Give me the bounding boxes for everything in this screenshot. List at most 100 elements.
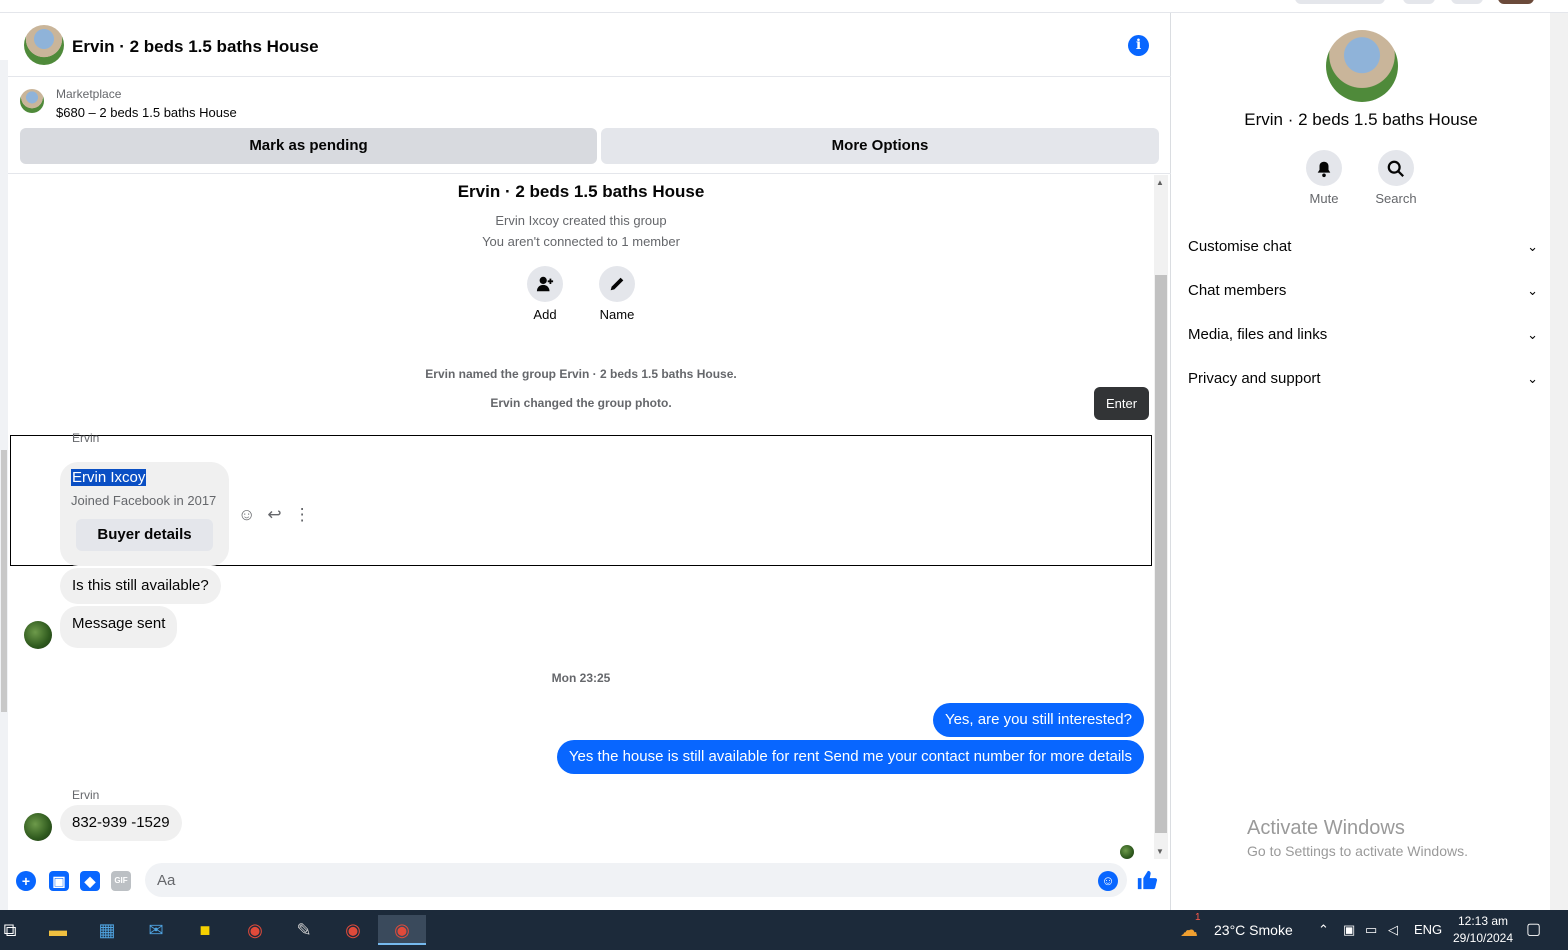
chevron-down-icon: ⌄ bbox=[1527, 327, 1538, 342]
listing-thumbnail[interactable] bbox=[20, 89, 44, 113]
gif-icon[interactable]: GIF bbox=[111, 871, 131, 891]
chevron-down-icon: ⌄ bbox=[1527, 371, 1538, 386]
mute-label: Mute bbox=[1309, 191, 1339, 206]
incoming-message[interactable]: Is this still available? bbox=[60, 568, 221, 604]
weather-text[interactable]: 23°C Smoke bbox=[1214, 910, 1293, 950]
search-label: Search bbox=[1375, 191, 1417, 206]
thumbs-up-icon[interactable] bbox=[1136, 869, 1158, 897]
watermark-line2: Go to Settings to activate Windows. bbox=[1247, 843, 1468, 859]
chrome-pc-icon[interactable]: ◉ bbox=[334, 915, 372, 945]
mute-button[interactable] bbox=[1306, 150, 1342, 186]
sender-name: Ervin bbox=[72, 788, 100, 802]
left-scrollbar[interactable] bbox=[0, 60, 8, 910]
section-privacy-support[interactable]: Privacy and support ⌄ bbox=[1188, 359, 1538, 399]
sticker-icon[interactable]: ◆ bbox=[80, 871, 100, 891]
page-scrollbar[interactable] bbox=[1550, 13, 1568, 910]
weather-badge: 1 bbox=[1195, 912, 1201, 923]
profile-avatar[interactable] bbox=[1498, 0, 1534, 4]
card-sender-name: Ervin bbox=[72, 431, 100, 445]
group-avatar-large[interactable] bbox=[1326, 30, 1398, 102]
info-icon[interactable]: i bbox=[1128, 35, 1149, 56]
search-icon bbox=[1387, 160, 1404, 177]
composer: + ▣ ◆ GIF ☺ bbox=[8, 859, 1171, 910]
notification-icon[interactable]: ▢ bbox=[1526, 910, 1541, 950]
more-icon[interactable]: ⋮ bbox=[294, 505, 311, 524]
search-button[interactable] bbox=[1378, 150, 1414, 186]
group-created-text: Ervin Ixcoy created this group bbox=[495, 213, 667, 228]
add-member-button[interactable] bbox=[527, 266, 563, 302]
network-icon[interactable]: ▭ bbox=[1365, 910, 1377, 950]
connection-text: You aren't connected to 1 member bbox=[482, 234, 680, 249]
info-title: Ervin · 2 beds 1.5 baths House bbox=[1244, 110, 1478, 129]
file-explorer-icon[interactable]: ▬ bbox=[39, 915, 77, 945]
taskbar-clock[interactable]: 12:13 am 29/10/2024 bbox=[1448, 913, 1518, 947]
top-pill[interactable] bbox=[1295, 0, 1385, 4]
section-chat-members[interactable]: Chat members ⌄ bbox=[1188, 271, 1538, 311]
chrome-active-icon[interactable]: ◉ bbox=[378, 915, 426, 945]
add-label: Add bbox=[533, 307, 557, 322]
enter-tooltip: Enter bbox=[1094, 387, 1149, 420]
top-icon-button[interactable] bbox=[1451, 0, 1483, 4]
group-title: Ervin · 2 beds 1.5 baths House bbox=[457, 182, 705, 201]
incoming-message[interactable]: Message sent bbox=[60, 606, 178, 648]
section-label: Media, files and links bbox=[1188, 326, 1328, 343]
add-person-icon bbox=[536, 276, 554, 291]
left-scroll-thumb[interactable] bbox=[1, 450, 7, 712]
joined-text: Joined Facebook in 2017 bbox=[71, 493, 217, 508]
message-scroll-thumb[interactable] bbox=[1155, 275, 1167, 833]
message-timestamp: Mon 23:25 bbox=[551, 671, 611, 685]
store-icon[interactable]: ▦ bbox=[88, 915, 126, 945]
mark-pending-button[interactable]: Mark as pending bbox=[20, 128, 597, 164]
buyer-name[interactable]: Ervin Ixcoy bbox=[71, 469, 147, 486]
message-actions: ☺ ↩ ⋮ bbox=[238, 505, 323, 525]
volume-muted-icon[interactable]: ◁ bbox=[1388, 910, 1398, 950]
windows-taskbar: ⧉ ▬ ▦ ✉ ■ ◉ ✎ ◉ ◉ ☁ 1 23°C Smoke ⌃ ▣ ▭ ◁… bbox=[0, 910, 1568, 950]
meet-icon[interactable]: ▣ bbox=[1343, 910, 1355, 950]
task-view-icon[interactable]: ⧉ bbox=[0, 915, 20, 945]
section-customise-chat[interactable]: Customise chat ⌄ bbox=[1188, 227, 1538, 267]
paint-icon[interactable]: ✎ bbox=[285, 915, 323, 945]
section-label: Chat members bbox=[1188, 282, 1287, 299]
group-named-event: Ervin named the group Ervin · 2 beds 1.5… bbox=[425, 367, 737, 381]
chrome-profile-icon[interactable]: ◉ bbox=[236, 915, 274, 945]
sender-avatar[interactable] bbox=[24, 813, 52, 841]
more-options-button[interactable]: More Options bbox=[601, 128, 1159, 164]
top-strip bbox=[0, 0, 1568, 13]
sender-avatar[interactable] bbox=[24, 621, 52, 649]
chat-info-panel: Ervin · 2 beds 1.5 baths House Mute Sear… bbox=[1172, 13, 1550, 910]
group-avatar[interactable] bbox=[24, 25, 64, 65]
watermark-line1: Activate Windows bbox=[1247, 817, 1405, 839]
scroll-up-icon[interactable]: ▲ bbox=[1156, 178, 1164, 187]
language-indicator[interactable]: ENG bbox=[1414, 910, 1442, 950]
buyer-card: Ervin Ixcoy Joined Facebook in 2017 Buye… bbox=[60, 462, 229, 566]
group-photo-event: Ervin changed the group photo. bbox=[490, 396, 672, 410]
buyer-details-button[interactable]: Buyer details bbox=[76, 519, 213, 551]
emoji-icon[interactable]: ☺ bbox=[1098, 871, 1118, 891]
outgoing-message[interactable]: Yes, are you still interested? bbox=[932, 703, 1144, 737]
plus-icon[interactable]: + bbox=[16, 871, 36, 891]
listing-title[interactable]: $680 – 2 beds 1.5 baths House bbox=[56, 105, 237, 120]
name-group-button[interactable] bbox=[599, 266, 635, 302]
reply-icon[interactable]: ↩ bbox=[267, 505, 281, 524]
chevron-up-icon[interactable]: ⌃ bbox=[1318, 910, 1329, 950]
message-scrollbar[interactable]: ▲ ▼ bbox=[1154, 175, 1168, 859]
marketplace-label: Marketplace bbox=[56, 87, 122, 101]
clock-date: 29/10/2024 bbox=[1452, 931, 1514, 945]
sticky-notes-icon[interactable]: ■ bbox=[186, 915, 224, 945]
mail-icon[interactable]: ✉ bbox=[137, 915, 175, 945]
top-icon-button[interactable] bbox=[1403, 0, 1435, 4]
chat-panel: Ervin · 2 beds 1.5 baths House i Marketp… bbox=[8, 13, 1171, 910]
react-icon[interactable]: ☺ bbox=[238, 505, 255, 524]
incoming-message[interactable]: 832-939 -1529 bbox=[60, 805, 182, 841]
bell-icon bbox=[1317, 161, 1331, 177]
clock-time: 12:13 am bbox=[1457, 914, 1509, 928]
scroll-down-icon[interactable]: ▼ bbox=[1156, 847, 1164, 856]
name-label: Name bbox=[599, 307, 635, 322]
outgoing-message[interactable]: Yes the house is still available for ren… bbox=[556, 740, 1144, 774]
marketplace-bar: Marketplace $680 – 2 beds 1.5 baths Hous… bbox=[8, 78, 1171, 174]
chat-title[interactable]: Ervin · 2 beds 1.5 baths House bbox=[72, 37, 319, 57]
message-list: Ervin · 2 beds 1.5 baths House Ervin Ixc… bbox=[8, 175, 1171, 859]
photo-icon[interactable]: ▣ bbox=[49, 871, 69, 891]
section-media-files-links[interactable]: Media, files and links ⌄ bbox=[1188, 315, 1538, 355]
message-input[interactable] bbox=[145, 863, 1127, 897]
